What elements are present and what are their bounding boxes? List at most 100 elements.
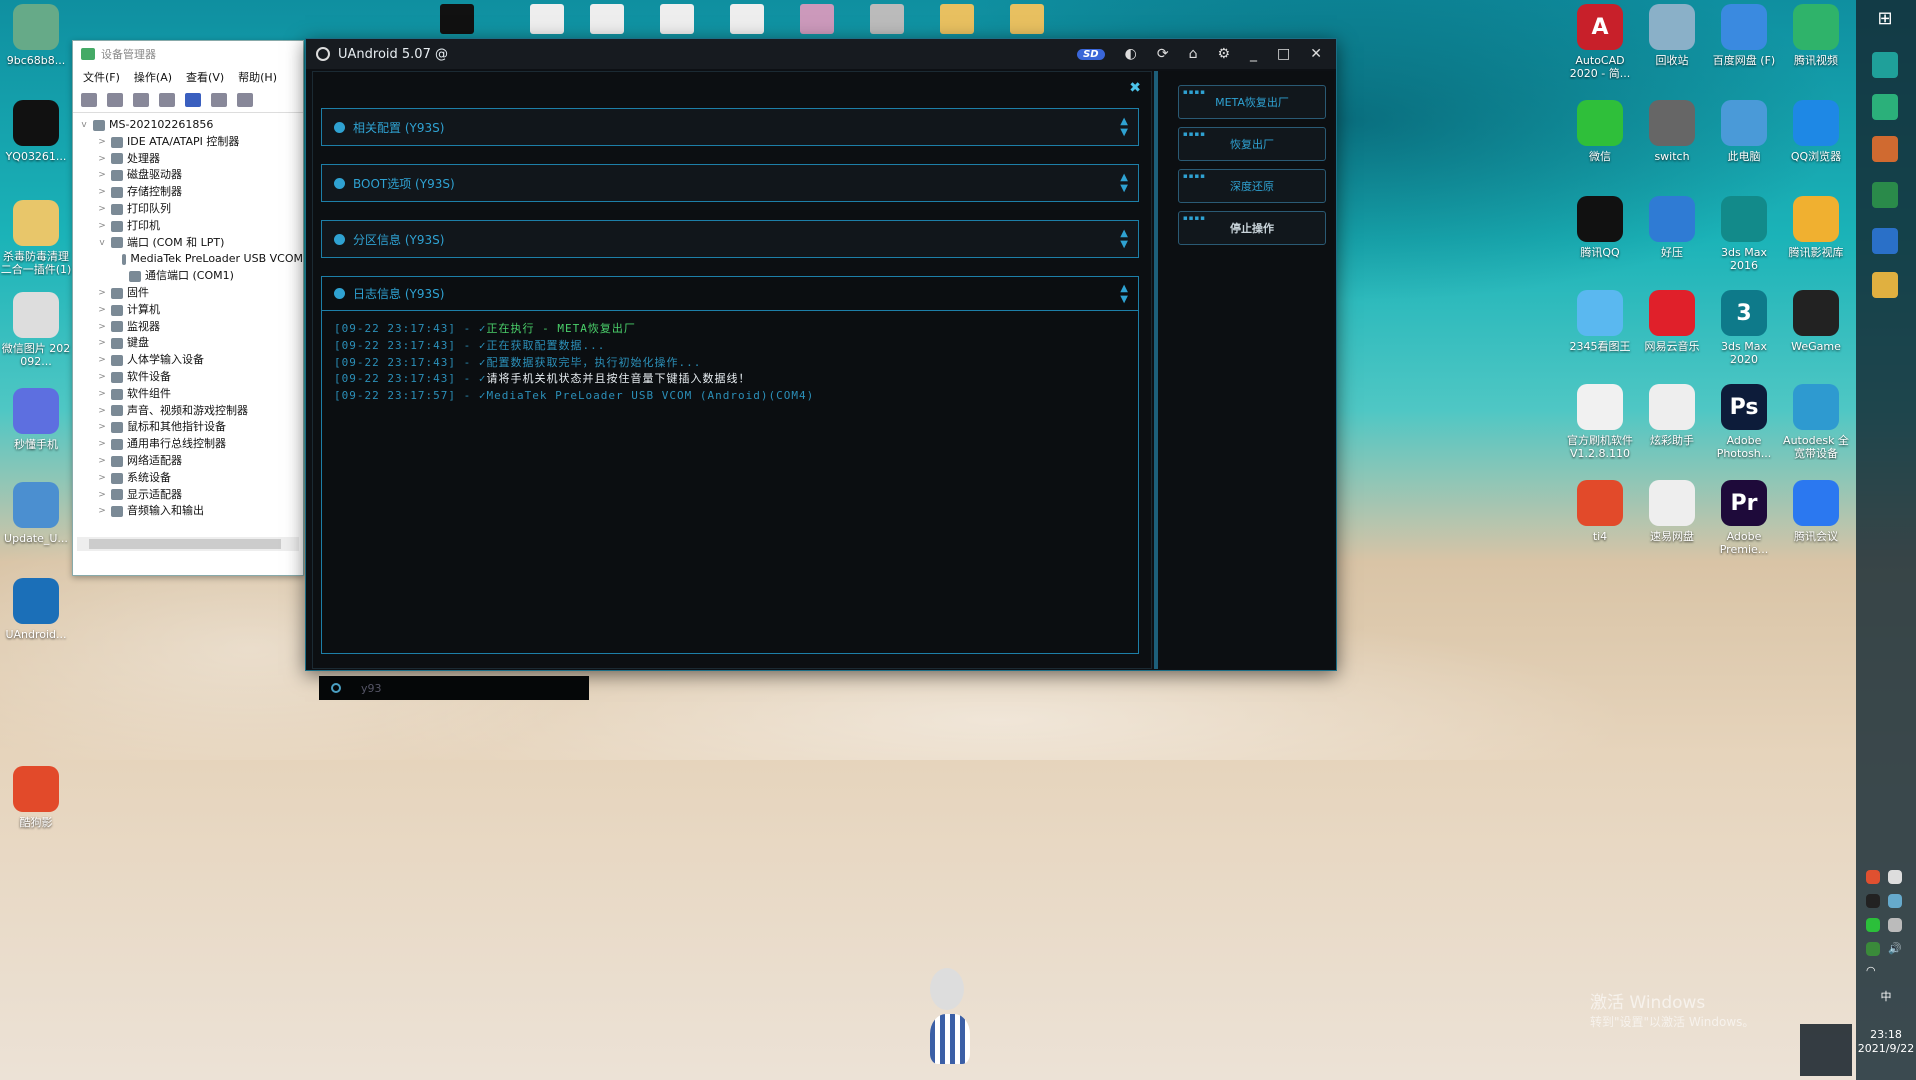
expand-chevron-icon[interactable]: >: [97, 503, 107, 520]
expand-icon[interactable]: ▲ ▼: [1120, 228, 1128, 250]
expand-icon[interactable]: ▲ ▼: [1120, 172, 1128, 194]
properties-icon[interactable]: [133, 92, 149, 107]
desktop-icon[interactable]: 此电脑: [1708, 100, 1780, 176]
expand-chevron-icon[interactable]: >: [97, 302, 107, 319]
desktop-icon[interactable]: QQ浏览器: [1780, 100, 1852, 176]
expand-chevron-icon[interactable]: >: [97, 201, 107, 218]
list-icon[interactable]: [159, 92, 175, 107]
device-search[interactable]: y93: [319, 676, 589, 700]
desktop-icon[interactable]: 3ds Max 2016: [1708, 196, 1780, 272]
close-icon[interactable]: ✕: [1310, 46, 1322, 62]
tray-icon[interactable]: [1888, 870, 1902, 884]
desktop-icon[interactable]: 腾讯视频: [1780, 4, 1852, 80]
tree-item[interactable]: > 鼠标和其他指针设备: [79, 419, 303, 436]
back-icon[interactable]: [81, 92, 97, 107]
menu-item[interactable]: 操作(A): [134, 69, 172, 85]
factory-reset-button[interactable]: ▪▪▪▪ 恢复出厂: [1178, 127, 1326, 161]
taskbar-app-icon[interactable]: [1872, 182, 1898, 208]
taskbar-thumbnail[interactable]: [870, 4, 904, 34]
stop-operation-button[interactable]: ▪▪▪▪ 停止操作: [1178, 211, 1326, 245]
taskbar-thumbnail[interactable]: [940, 4, 974, 34]
partition-panel[interactable]: 分区信息 (Y93S) ▲ ▼: [321, 220, 1139, 258]
taskbar-app-icon[interactable]: [1872, 136, 1898, 162]
expand-chevron-icon[interactable]: v: [79, 117, 89, 134]
tree-item[interactable]: > 监视器: [79, 319, 303, 336]
desktop-icon[interactable]: 微信: [1564, 100, 1636, 176]
desktop-icon[interactable]: Update_U...: [0, 482, 72, 558]
tree-item[interactable]: v 端口 (COM 和 LPT): [79, 235, 303, 252]
device-tree[interactable]: v MS-202102261856 > IDE ATA/ATAPI 控制器 > 处理器 > 磁…: [73, 113, 303, 543]
expand-chevron-icon[interactable]: >: [97, 403, 107, 420]
expand-chevron-icon[interactable]: >: [97, 419, 107, 436]
expand-chevron-icon[interactable]: >: [97, 386, 107, 403]
expand-chevron-icon[interactable]: >: [97, 369, 107, 386]
desktop-icon[interactable]: YQ03261...: [0, 100, 72, 176]
tree-item[interactable]: > 打印机: [79, 218, 303, 235]
menu-item[interactable]: 文件(F): [83, 69, 120, 85]
theme-icon[interactable]: ◐: [1125, 46, 1137, 62]
menu-item[interactable]: 帮助(H): [238, 69, 277, 85]
expand-chevron-icon[interactable]: >: [97, 285, 107, 302]
tree-item[interactable]: > 软件设备: [79, 369, 303, 386]
config-panel[interactable]: 相关配置 (Y93S) ▲ ▼: [321, 108, 1139, 146]
tree-item[interactable]: > 打印队列: [79, 201, 303, 218]
tree-item[interactable]: > 显示适配器: [79, 487, 303, 504]
expand-chevron-icon[interactable]: >: [97, 218, 107, 235]
tree-item[interactable]: > 网络适配器: [79, 453, 303, 470]
desktop-icon[interactable]: 微信图片 202 092...: [0, 292, 72, 368]
start-icon[interactable]: ⊞: [1872, 8, 1898, 34]
desktop-icon[interactable]: 网易云音乐: [1636, 290, 1708, 366]
volume-icon[interactable]: 🔊: [1888, 942, 1902, 956]
taskbar-app-icon[interactable]: [1872, 228, 1898, 254]
minimize-icon[interactable]: _: [1250, 46, 1257, 62]
desktop-icon[interactable]: 炫彩助手: [1636, 384, 1708, 460]
desktop-icon[interactable]: A AutoCAD 2020 - 简...: [1564, 4, 1636, 80]
deep-restore-button[interactable]: ▪▪▪▪ 深度还原: [1178, 169, 1326, 203]
taskbar-thumbnail[interactable]: [590, 4, 624, 34]
expand-chevron-icon[interactable]: >: [97, 436, 107, 453]
tree-item[interactable]: > 计算机: [79, 302, 303, 319]
desktop-icon[interactable]: ti4: [1564, 480, 1636, 556]
taskbar-thumbnail[interactable]: [1010, 4, 1044, 34]
wechat-tray-icon[interactable]: [1866, 918, 1880, 932]
tray-icon[interactable]: [1866, 870, 1880, 884]
desktop-icon[interactable]: 酷狗影: [0, 766, 72, 842]
desktop-icon[interactable]: 2345看图王: [1564, 290, 1636, 366]
desktop-icon[interactable]: 秒懂手机: [0, 388, 72, 464]
desktop-icon[interactable]: switch: [1636, 100, 1708, 176]
horizontal-scrollbar[interactable]: [77, 537, 299, 551]
device-manager-titlebar[interactable]: 设备管理器: [73, 41, 303, 67]
home-icon[interactable]: ⌂: [1189, 46, 1198, 62]
tray-icon[interactable]: [1888, 894, 1902, 908]
desktop-icon[interactable]: Pr Adobe Premie...: [1708, 480, 1780, 556]
expand-icon[interactable]: ▲ ▼: [1120, 116, 1128, 138]
taskbar-app-icon[interactable]: [1872, 52, 1898, 78]
expand-chevron-icon[interactable]: >: [97, 151, 107, 168]
tree-item[interactable]: > 声音、视频和游戏控制器: [79, 403, 303, 420]
ime-indicator[interactable]: 中: [1856, 990, 1916, 1004]
log-header[interactable]: 日志信息 (Y93S) ▲ ▼: [322, 277, 1138, 311]
desktop-icon[interactable]: 官方刷机软件 V1.2.8.110: [1564, 384, 1636, 460]
tree-item[interactable]: > 磁盘驱动器: [79, 167, 303, 184]
meta-factory-reset-button[interactable]: ▪▪▪▪ META恢复出厂: [1178, 85, 1326, 119]
search-input[interactable]: y93: [361, 682, 382, 695]
desktop-icon[interactable]: 好压: [1636, 196, 1708, 272]
desktop-icon[interactable]: 9bc68b8...: [0, 4, 72, 80]
tray-icon[interactable]: [1866, 894, 1880, 908]
clock-date[interactable]: 2021/9/22: [1856, 1042, 1916, 1056]
expand-chevron-icon[interactable]: >: [97, 470, 107, 487]
clock-time[interactable]: 23:18: [1856, 1028, 1916, 1042]
expand-icon[interactable]: ▲ ▼: [1120, 283, 1128, 305]
device-manager-window[interactable]: 设备管理器 文件(F) 操作(A) 查看(V) 帮助(H) v MS-202102261…: [72, 40, 304, 576]
desktop-icon[interactable]: 3 3ds Max 2020: [1708, 290, 1780, 366]
tree-item[interactable]: MediaTek PreLoader USB VCOM: [79, 251, 303, 268]
expand-chevron-icon[interactable]: >: [97, 335, 107, 352]
network-icon[interactable]: ◠: [1866, 964, 1880, 978]
taskbar-thumbnail[interactable]: [530, 4, 564, 34]
tree-item[interactable]: > 固件: [79, 285, 303, 302]
tree-item[interactable]: > 人体学输入设备: [79, 352, 303, 369]
desktop-icon[interactable]: 回收站: [1636, 4, 1708, 80]
uandroid-titlebar[interactable]: UAndroid 5.07 @ SD ◐ ⟳ ⌂ ⚙ _ □ ✕: [306, 39, 1336, 69]
taskbar-app-icon[interactable]: [1872, 272, 1898, 298]
desktop-icon[interactable]: WeGame: [1780, 290, 1852, 366]
